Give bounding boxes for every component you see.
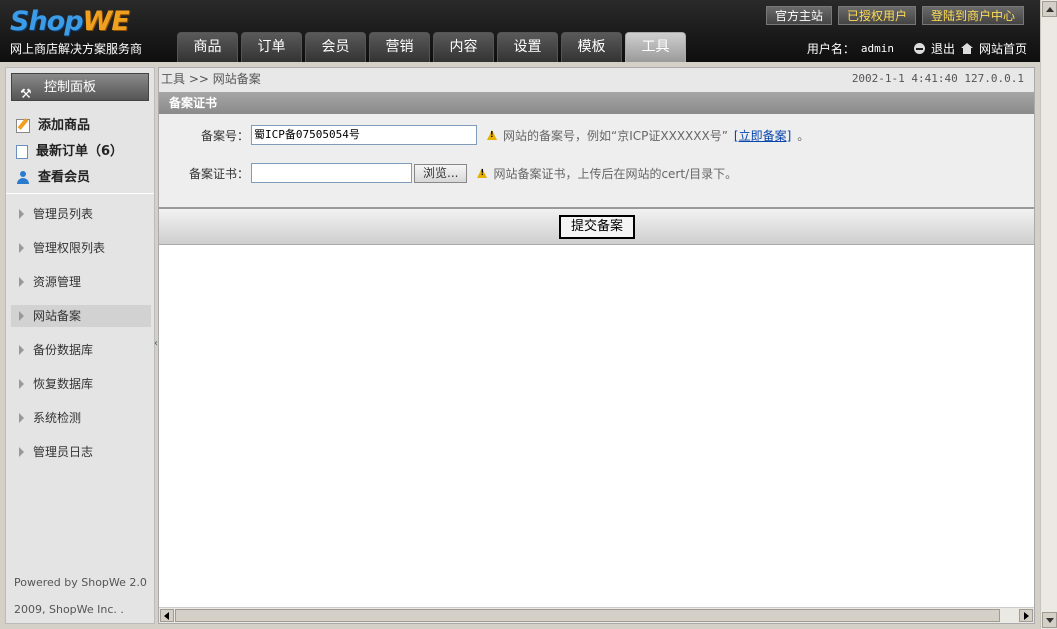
username: admin	[860, 42, 894, 55]
quick-links: 添加商品 最新订单（6） 查看会员	[16, 113, 146, 191]
slogan: 网上商店解决方案服务商	[10, 42, 143, 56]
register-now-link[interactable]: [立即备案]	[734, 127, 791, 144]
warning-icon	[477, 168, 488, 178]
breadcrumb: 工具 >> 网站备案 2002-1-1 4:41:40 127.0.0.1	[159, 68, 1034, 92]
datetime-ip: 2002-1-1 4:41:40 127.0.0.1	[851, 72, 1024, 85]
main-content: 工具 >> 网站备案 2002-1-1 4:41:40 127.0.0.1 备案…	[158, 67, 1035, 624]
shopwe-logo[interactable]: ShopWE	[10, 6, 130, 38]
tab-tools[interactable]: 工具	[625, 32, 686, 62]
icp-label: 备案号：	[200, 128, 249, 143]
tools-menu: 管理员列表 管理权限列表 资源管理 网站备案 备份数据库 恢复数据库 系统检测 …	[11, 203, 151, 475]
merchant-center-button[interactable]: 登陆到商户中心	[921, 6, 1024, 25]
cert-hint: 网站备案证书，上传后在网站的cert/目录下。	[477, 165, 737, 182]
tab-products[interactable]: 商品	[177, 32, 238, 62]
tab-orders[interactable]: 订单	[241, 32, 302, 62]
scroll-up-icon[interactable]	[1042, 1, 1057, 17]
scroll-left-icon[interactable]	[160, 609, 174, 622]
site-home-link[interactable]: 网站首页	[979, 40, 1027, 57]
user-icon	[16, 171, 30, 185]
divider	[6, 193, 154, 194]
submit-registration-button[interactable]: 提交备案	[559, 215, 635, 239]
home-icon[interactable]	[960, 43, 973, 54]
logout-link[interactable]: 退出	[931, 40, 955, 57]
powered-by: Powered by ShopWe 2.0	[14, 576, 147, 589]
sidebar-item-site-registration[interactable]: 网站备案	[11, 305, 151, 327]
browse-button[interactable]: 浏览...	[414, 163, 468, 183]
vertical-scrollbar[interactable]	[1040, 0, 1057, 629]
edit-icon	[16, 119, 30, 133]
copyright: 2009, ShopWe Inc. .	[14, 603, 124, 616]
sidebar-item-restore-database[interactable]: 恢复数据库	[11, 373, 151, 395]
logout-icon[interactable]	[913, 43, 925, 54]
view-members-link[interactable]: 查看会员	[16, 165, 146, 191]
username-label: 用户名：	[806, 42, 855, 56]
scroll-right-icon[interactable]	[1019, 609, 1033, 622]
section-title: 备案证书	[159, 92, 1034, 114]
sidebar-item-resource-management[interactable]: 资源管理	[11, 271, 151, 293]
submit-bar: 提交备案	[159, 209, 1034, 245]
document-icon	[16, 145, 28, 159]
tools-icon: ⚒	[20, 87, 32, 102]
tab-templates[interactable]: 模板	[561, 32, 622, 62]
main-tabs: 商品 订单 会员 营销 内容 设置 模板 工具	[177, 32, 686, 62]
sidebar-item-admin-list[interactable]: 管理员列表	[11, 203, 151, 225]
control-panel-title: 控制面板	[44, 80, 97, 95]
sidebar-item-backup-database[interactable]: 备份数据库	[11, 339, 151, 361]
sidebar-item-admin-log[interactable]: 管理员日志	[11, 441, 151, 463]
control-panel-header[interactable]: ⚒ 控制面板	[11, 73, 149, 102]
authorized-user-button[interactable]: 已授权用户	[837, 6, 916, 25]
cert-file-input[interactable]	[251, 163, 412, 183]
add-product-link[interactable]: 添加商品	[16, 113, 146, 139]
warning-icon	[487, 130, 497, 140]
tab-settings[interactable]: 设置	[497, 32, 558, 62]
sidebar-item-system-check[interactable]: 系统检测	[11, 407, 151, 429]
latest-orders-link[interactable]: 最新订单（6）	[16, 139, 146, 165]
tab-members[interactable]: 会员	[305, 32, 366, 62]
sidebar: ⚒ 控制面板 添加商品 最新订单（6） 查看会员 管理员列表 管理权限列表 资源…	[5, 67, 155, 624]
registration-form: 备案号： 蜀ICP备07505054号 网站的备案号，例如“京ICP证XXXXX…	[159, 114, 1034, 209]
scroll-down-icon[interactable]	[1042, 612, 1057, 628]
official-site-button[interactable]: 官方主站	[765, 6, 832, 25]
cert-label: 备案证书：	[188, 166, 249, 181]
tab-marketing[interactable]: 营销	[369, 32, 430, 62]
app-header: ShopWE 网上商店解决方案服务商 官方主站 已授权用户 登陆到商户中心 商品…	[0, 0, 1040, 62]
tab-content[interactable]: 内容	[433, 32, 494, 62]
icp-hint: 网站的备案号，例如“京ICP证XXXXXX号”[立即备案]。	[487, 127, 809, 144]
scrollbar-thumb[interactable]	[175, 609, 1000, 622]
sidebar-item-permission-list[interactable]: 管理权限列表	[11, 237, 151, 259]
horizontal-scrollbar[interactable]	[159, 607, 1034, 623]
breadcrumb-text: 工具 >> 网站备案	[161, 72, 261, 86]
user-bar: 用户名： admin 退出 网站首页	[807, 40, 1027, 57]
icp-number-input[interactable]: 蜀ICP备07505054号	[251, 125, 477, 145]
